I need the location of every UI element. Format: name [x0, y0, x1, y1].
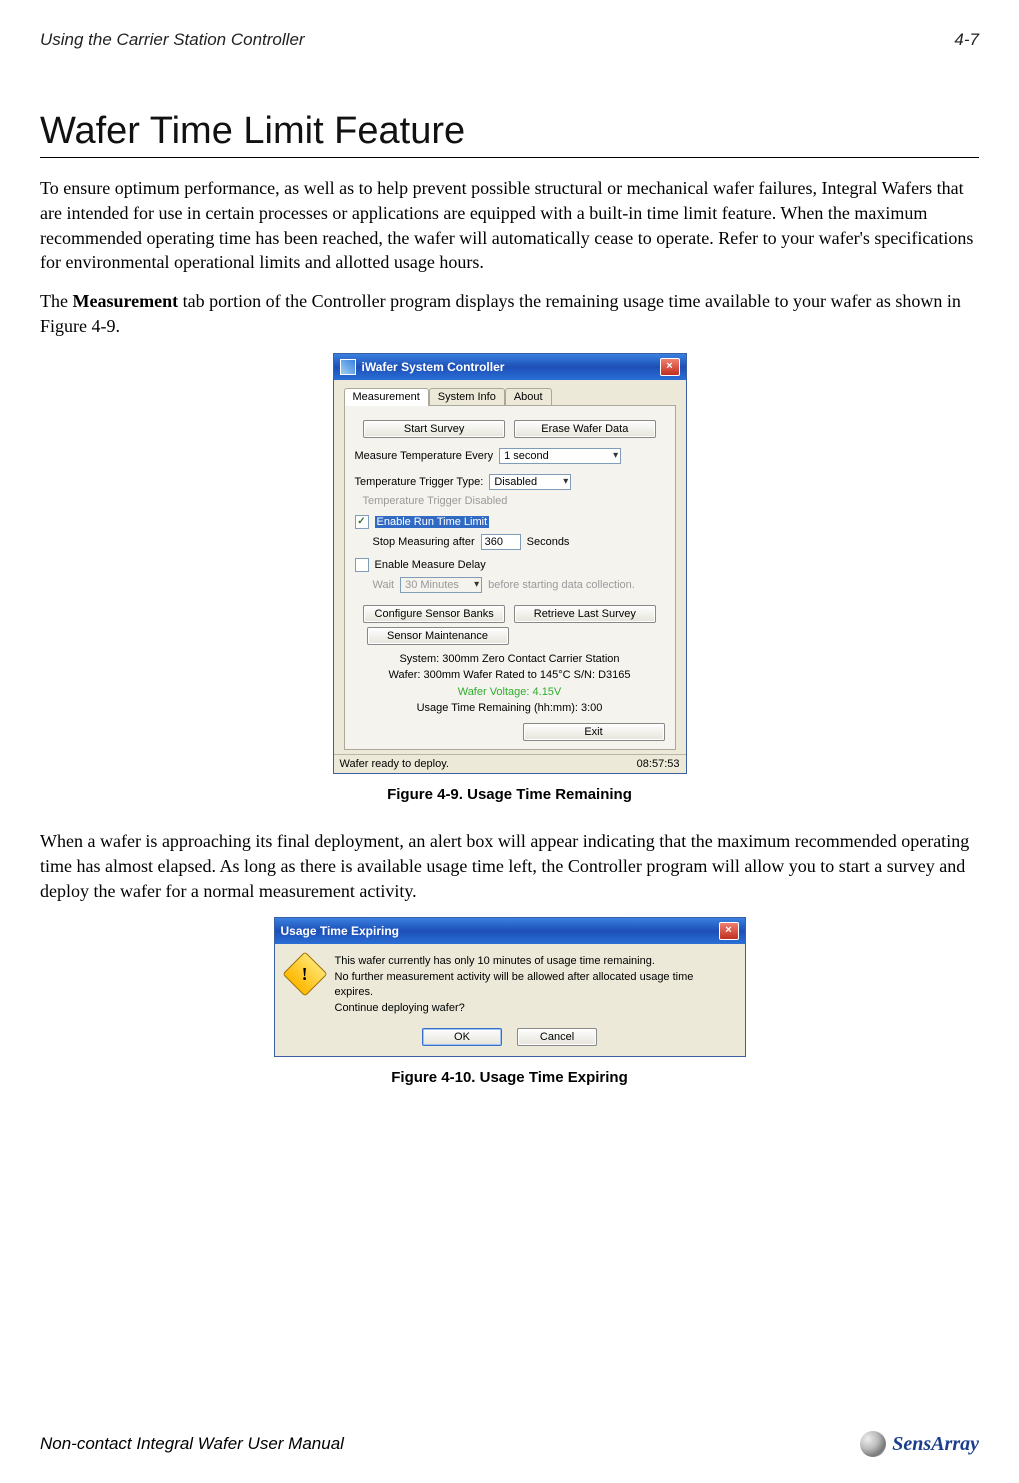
expiring-window: Usage Time Expiring × ! This wafer curre…	[274, 917, 746, 1057]
figure-2-wrap: Usage Time Expiring × ! This wafer curre…	[40, 917, 979, 1057]
enable-delay-checkbox[interactable]	[355, 558, 369, 572]
trigger-type-select[interactable]: Disabled	[489, 474, 571, 490]
expiring-titlebar: Usage Time Expiring ×	[275, 918, 745, 944]
enable-delay-label: Enable Measure Delay	[375, 559, 486, 571]
status-bar: Wafer ready to deploy. 08:57:53	[334, 754, 686, 773]
status-left: Wafer ready to deploy.	[340, 758, 449, 770]
title-rule	[40, 157, 979, 158]
measure-every-label: Measure Temperature Every	[355, 450, 494, 462]
paragraph-2b-bold: Measurement	[72, 291, 178, 311]
stop-measuring-label: Stop Measuring after	[373, 536, 475, 548]
page-footer: Non-contact Integral Wafer User Manual S…	[40, 1431, 979, 1457]
close-icon[interactable]: ×	[719, 922, 739, 940]
figure-1-caption: Figure 4-9. Usage Time Remaining	[40, 786, 979, 803]
paragraph-1: To ensure optimum performance, as well a…	[40, 176, 979, 275]
seconds-label: Seconds	[527, 536, 570, 548]
cancel-button[interactable]: Cancel	[517, 1028, 597, 1046]
section-title: Wafer Time Limit Feature	[40, 110, 979, 153]
wafer-info-text: Wafer: 300mm Wafer Rated to 145°C S/N: D…	[355, 667, 665, 684]
expiring-line1: This wafer currently has only 10 minutes…	[335, 954, 731, 969]
figure-1-wrap: iWafer System Controller × Measurement S…	[40, 353, 979, 774]
tab-panel: Start Survey Erase Wafer Data Measure Te…	[344, 405, 676, 750]
sensor-maintenance-button[interactable]: Sensor Maintenance	[367, 627, 509, 645]
paragraph-3: When a wafer is approaching its final de…	[40, 829, 979, 903]
figure-2-caption: Figure 4-10. Usage Time Expiring	[40, 1069, 979, 1086]
exit-button[interactable]: Exit	[523, 723, 665, 741]
before-collect-label: before starting data collection.	[488, 579, 635, 591]
logo-text: SensArray	[892, 1433, 979, 1456]
tab-about[interactable]: About	[505, 388, 552, 406]
header-left: Using the Carrier Station Controller	[40, 30, 305, 50]
status-right: 08:57:53	[637, 758, 680, 770]
logo-swirl-icon	[860, 1431, 886, 1457]
warning-icon: !	[282, 952, 327, 997]
controller-window: iWafer System Controller × Measurement S…	[333, 353, 687, 774]
tabs-row: Measurement System Info About	[344, 388, 676, 406]
stop-measuring-input[interactable]: 360	[481, 534, 521, 550]
start-survey-button[interactable]: Start Survey	[363, 420, 505, 438]
tab-measurement[interactable]: Measurement	[344, 388, 429, 406]
app-icon	[340, 359, 356, 375]
expiring-message: This wafer currently has only 10 minutes…	[335, 954, 731, 1016]
expiring-line3: Continue deploying wafer?	[335, 1001, 731, 1016]
footer-text: Non-contact Integral Wafer User Manual	[40, 1434, 344, 1454]
paragraph-2c: tab portion of the Controller program di…	[40, 291, 961, 336]
wait-select: 30 Minutes	[400, 577, 482, 593]
wait-label: Wait	[373, 579, 395, 591]
enable-runtime-label: Enable Run Time Limit	[375, 516, 490, 528]
enable-runtime-checkbox[interactable]	[355, 515, 369, 529]
retrieve-last-button[interactable]: Retrieve Last Survey	[514, 605, 656, 623]
page-header: Using the Carrier Station Controller 4-7	[40, 30, 979, 50]
expiring-line2: No further measurement activity will be …	[335, 970, 731, 1001]
system-info-text: System: 300mm Zero Contact Carrier Stati…	[355, 651, 665, 668]
controller-title: iWafer System Controller	[362, 360, 505, 374]
paragraph-2: The Measurement tab portion of the Contr…	[40, 289, 979, 339]
paragraph-2a: The	[40, 291, 72, 311]
header-right: 4-7	[954, 30, 979, 50]
ok-button[interactable]: OK	[422, 1028, 502, 1046]
footer-logo: SensArray	[860, 1431, 979, 1457]
trigger-type-label: Temperature Trigger Type:	[355, 476, 484, 488]
tab-system-info[interactable]: System Info	[429, 388, 505, 406]
trigger-disabled-text: Temperature Trigger Disabled	[363, 495, 508, 507]
usage-remaining-text: Usage Time Remaining (hh:mm): 3:00	[355, 700, 665, 717]
configure-banks-button[interactable]: Configure Sensor Banks	[363, 605, 505, 623]
controller-titlebar: iWafer System Controller ×	[334, 354, 686, 380]
close-icon[interactable]: ×	[660, 358, 680, 376]
erase-wafer-button[interactable]: Erase Wafer Data	[514, 420, 656, 438]
wafer-voltage-text: Wafer Voltage: 4.15V	[355, 684, 665, 701]
measure-every-select[interactable]: 1 second	[499, 448, 621, 464]
expiring-title: Usage Time Expiring	[281, 924, 399, 938]
